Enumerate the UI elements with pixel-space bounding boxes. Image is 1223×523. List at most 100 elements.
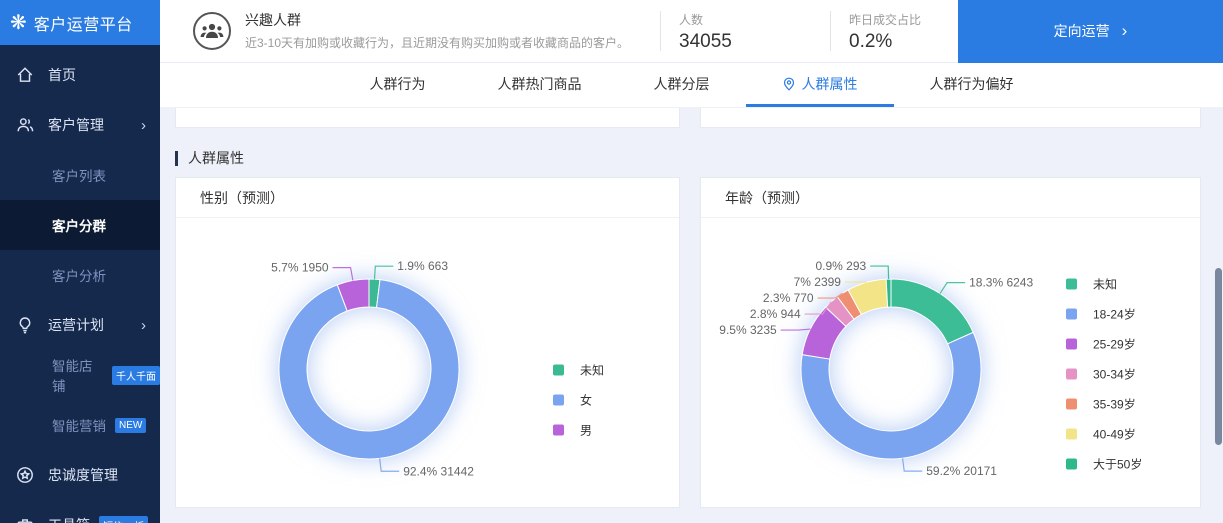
- gender-chart-card: 性别（预测） 5.7% 1950 1.9% 663 92.4% 31442 未知女男: [175, 177, 680, 508]
- stat-value: 34055: [679, 31, 732, 52]
- sidebar-item-label: 客户分群: [52, 219, 106, 234]
- segment-value-label: 5.7% 1950: [271, 261, 329, 275]
- sidebar-item-badge: NEW: [115, 417, 147, 433]
- legend-swatch: [553, 364, 564, 376]
- legend-swatch: [1066, 398, 1077, 410]
- legend-item[interactable]: 30-34岁: [1066, 366, 1142, 383]
- gender-legend: 未知女男: [553, 362, 604, 439]
- tab-crowd-attributes[interactable]: 人群属性: [745, 63, 894, 107]
- age-chart-card: 年龄（预测） 0.9% 293 7% 2399 2.3% 770 2.8% 944 9.…: [700, 177, 1201, 508]
- segment-value-label: 9.5% 3235: [719, 323, 777, 337]
- sidebar-item-toolbox[interactable]: 工具箱 短信88折: [0, 500, 160, 523]
- tab-crowd-hot-items[interactable]: 人群热门商品: [462, 63, 618, 107]
- chevron-right-icon: ›: [141, 116, 146, 134]
- tab-crowd-behavior[interactable]: 人群行为: [334, 63, 462, 107]
- age-chart-area: 0.9% 293 7% 2399 2.3% 770 2.8% 944 9.5% 3235…: [701, 218, 1200, 507]
- pin-icon: [782, 77, 796, 91]
- age-card-title: 年龄（预测）: [701, 178, 1200, 218]
- main-panel: 兴趣人群 近3-10天有加购或收藏行为，且近期没有购买加购或者收藏商品的客户。 …: [160, 0, 1223, 523]
- previous-card-remnant-left: [175, 108, 680, 128]
- app-logo-icon: ❋: [10, 11, 27, 34]
- sidebar-item-label: 首页: [48, 67, 76, 83]
- section-title-text: 人群属性: [188, 150, 244, 166]
- sidebar-item-customer-management[interactable]: 客户管理 ›: [0, 100, 160, 150]
- label-leader-line: [332, 267, 354, 281]
- stat-people-count: 人数 34055: [660, 11, 830, 52]
- legend-item[interactable]: 未知: [1066, 276, 1142, 293]
- label-leader-line: [780, 328, 811, 331]
- previous-card-remnant-right: [700, 108, 1201, 128]
- sidebar-item-smart-marketing[interactable]: 智能营销 NEW: [0, 400, 160, 450]
- scrollbar-thumb[interactable]: [1215, 268, 1222, 445]
- legend-swatch: [553, 424, 564, 436]
- star-icon: [16, 466, 35, 484]
- sidebar-item-label: 客户列表: [52, 169, 106, 184]
- tab-label: 人群行为偏好: [929, 75, 1014, 92]
- legend-swatch: [1066, 308, 1077, 320]
- sidebar-item-badge: 千人千面: [112, 365, 160, 385]
- tab-crowd-behavior-preference[interactable]: 人群行为偏好: [894, 63, 1050, 107]
- sidebar-item-customer-segments[interactable]: 客户分群: [0, 200, 160, 250]
- legend-item[interactable]: 大于50岁: [1066, 456, 1142, 473]
- legend-label: 18-24岁: [1093, 307, 1136, 322]
- tab-label: 人群热门商品: [497, 75, 582, 92]
- app-logo-bar: ❋ 客户运营平台: [0, 0, 160, 45]
- segment-value-label: 0.9% 293: [815, 259, 866, 273]
- segment-value-label: 7% 2399: [794, 275, 842, 289]
- legend-swatch: [1066, 368, 1077, 380]
- chevron-right-icon: ›: [1121, 21, 1128, 40]
- content-area: 人群属性 性别（预测） 5.7% 1950 1.9% 663 92.4% 31442…: [160, 108, 1223, 523]
- label-leader-line: [373, 265, 394, 280]
- stat-label: 人数: [679, 13, 704, 27]
- tab-label: 人群分层: [653, 75, 710, 92]
- sidebar-item-loyalty-management[interactable]: 忠诚度管理: [0, 450, 160, 500]
- legend-label: 未知: [580, 363, 605, 378]
- app-title: 客户运营平台: [33, 16, 133, 34]
- label-leader-line: [870, 265, 890, 280]
- sidebar-item-label: 客户分析: [52, 269, 106, 284]
- label-leader-line: [939, 282, 966, 294]
- sidebar-item-smart-shop[interactable]: 智能店铺 千人千面: [0, 350, 160, 400]
- sidebar-nav: 首页 客户管理 › 客户列表 客户分群 客户分析 运营计划 › 智能店铺 千人千面 智能营销 NEW 忠…: [0, 45, 160, 523]
- legend-item[interactable]: 40-49岁: [1066, 426, 1142, 443]
- sidebar: ❋ 客户运营平台 首页 客户管理 › 客户列表 客户分群 客户分析 运营计划 › 智能店铺 千人千…: [0, 0, 160, 523]
- sidebar-item-label: 智能店铺: [52, 359, 93, 394]
- targeted-operation-label: 定向运营: [1053, 23, 1110, 39]
- legend-swatch: [553, 394, 564, 406]
- crowd-tabbar: 人群行为 人群热门商品 人群分层 人群属性 人群行为偏好: [160, 63, 1223, 108]
- label-leader-line: [379, 458, 400, 472]
- crowd-name: 兴趣人群: [245, 11, 301, 28]
- tab-label: 人群属性: [801, 75, 858, 92]
- legend-item[interactable]: 25-29岁: [1066, 336, 1142, 353]
- donut-segment-未知[interactable]: [890, 278, 974, 345]
- sidebar-item-label: 工具箱: [48, 515, 90, 523]
- sidebar-item-operation-plan[interactable]: 运营计划 ›: [0, 300, 160, 350]
- stat-yesterday-deal-ratio: 昨日成交占比 0.2%: [830, 11, 945, 52]
- customers-icon: [16, 116, 35, 134]
- legend-label: 男: [580, 423, 593, 438]
- crowd-avatar: [193, 12, 231, 50]
- sidebar-item-customer-analysis[interactable]: 客户分析: [0, 250, 160, 300]
- bulb-icon: [16, 316, 35, 334]
- section-title: 人群属性: [175, 148, 244, 168]
- legend-item[interactable]: 未知: [553, 362, 604, 379]
- segment-value-label: 1.9% 663: [397, 259, 448, 273]
- targeted-operation-button[interactable]: 定向运营 ›: [958, 0, 1223, 63]
- home-icon: [16, 66, 35, 84]
- legend-item[interactable]: 男: [553, 422, 604, 439]
- legend-item[interactable]: 女: [553, 392, 604, 409]
- tab-crowd-layers[interactable]: 人群分层: [618, 63, 746, 107]
- legend-item[interactable]: 18-24岁: [1066, 306, 1142, 323]
- crowd-header: 兴趣人群 近3-10天有加购或收藏行为，且近期没有购买加购或者收藏商品的客户。 …: [160, 0, 1223, 63]
- legend-label: 40-49岁: [1093, 427, 1136, 442]
- legend-label: 女: [580, 393, 593, 408]
- age-legend: 未知 18-24岁 25-29岁 30-34岁 35-39岁 40-49岁大于50岁: [1066, 276, 1142, 473]
- sidebar-item-home[interactable]: 首页: [0, 50, 160, 100]
- legend-item[interactable]: 35-39岁: [1066, 396, 1142, 413]
- gender-chart-area: 5.7% 1950 1.9% 663 92.4% 31442 未知女男: [176, 218, 679, 507]
- gender-card-title: 性别（预测）: [176, 178, 679, 218]
- sidebar-item-customer-list[interactable]: 客户列表: [0, 150, 160, 200]
- sidebar-item-label: 客户管理: [48, 117, 104, 133]
- chevron-right-icon: ›: [141, 316, 146, 334]
- label-leader-line: [901, 458, 923, 472]
